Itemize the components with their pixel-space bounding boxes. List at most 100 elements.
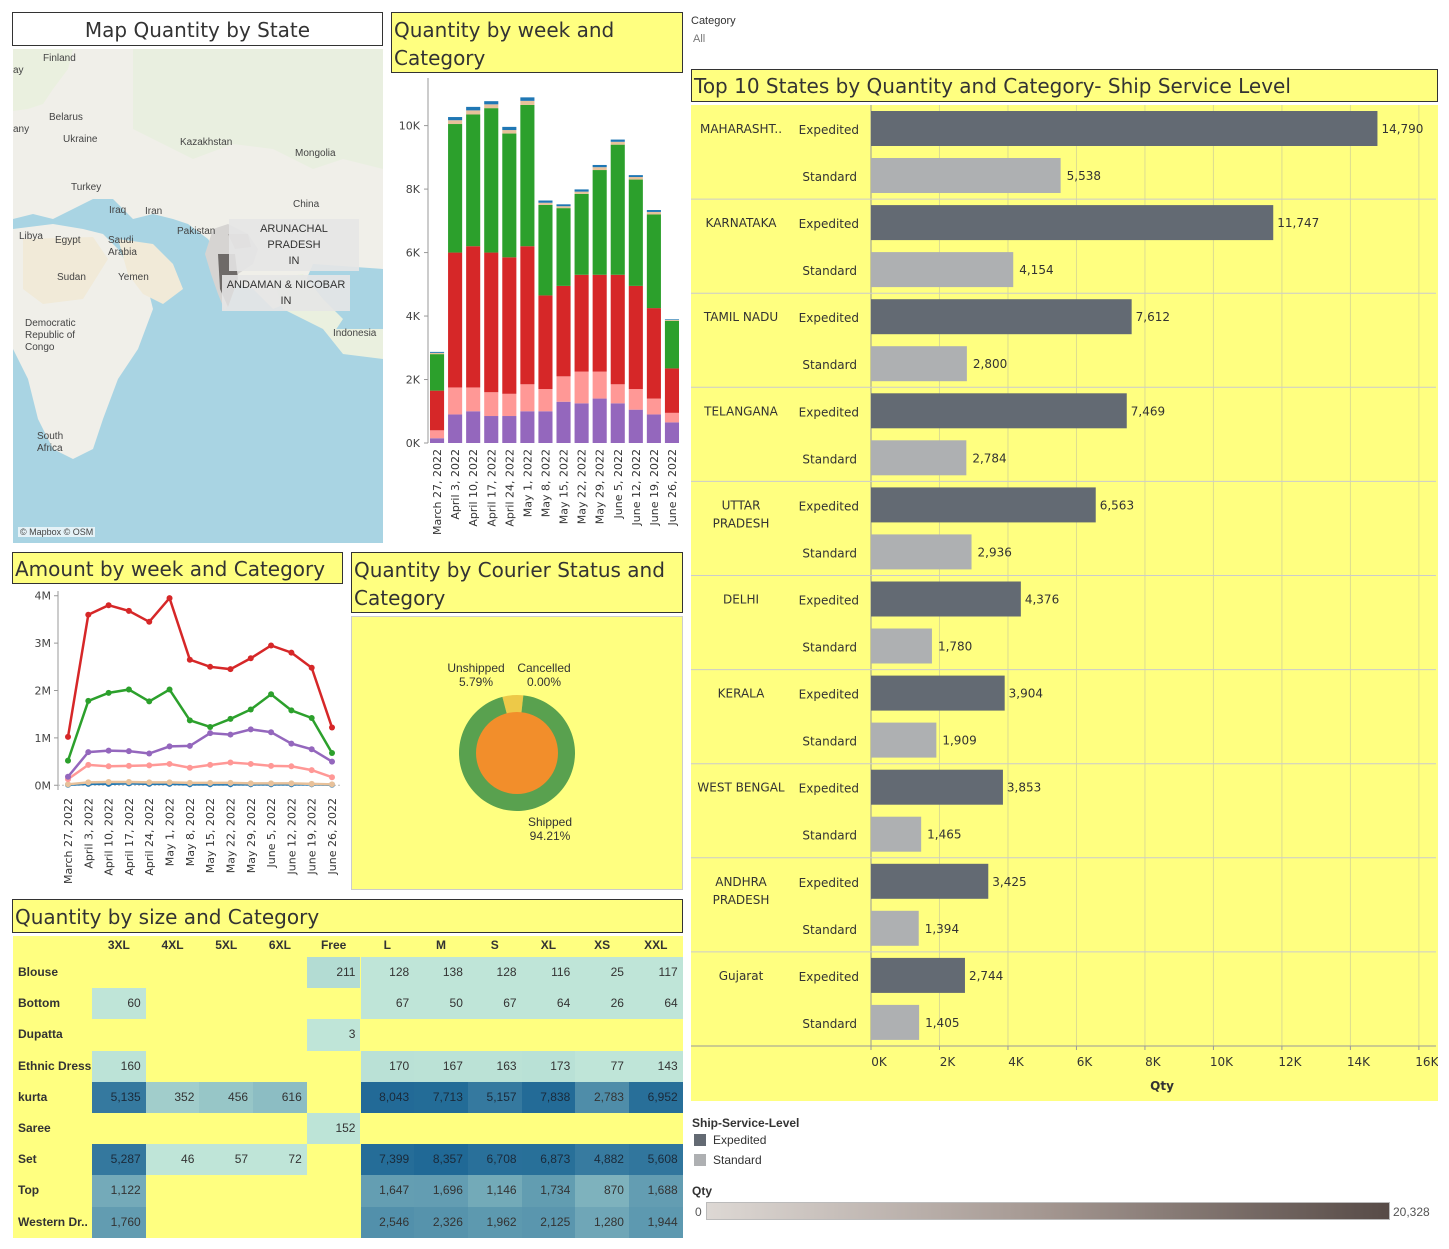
table-cell[interactable]: 5,287 <box>92 1144 146 1176</box>
table-cell[interactable] <box>146 1175 200 1206</box>
table-cell[interactable]: 128 <box>467 957 522 989</box>
table-cell[interactable] <box>146 1019 200 1050</box>
map-view[interactable]: Finland Belarus Ukraine Kazakhstan Mongo… <box>13 49 383 543</box>
table-cell[interactable] <box>253 1019 307 1050</box>
amount-line-chart[interactable]: 0M 1M 2M 3M 4M March 27, 2022 April 3, 2022 Apr… <box>12 585 347 885</box>
table-cell[interactable] <box>199 1113 253 1144</box>
map-attribution[interactable]: © Mapbox © OSM <box>18 527 96 537</box>
table-cell[interactable]: 8,043 <box>360 1081 415 1113</box>
table-cell[interactable]: 46 <box>145 1144 200 1176</box>
table-cell[interactable] <box>253 957 307 988</box>
table-cell[interactable]: 167 <box>414 1050 468 1082</box>
table-cell[interactable] <box>629 1019 683 1050</box>
table-cell[interactable]: 67 <box>360 988 415 1020</box>
table-cell[interactable]: 211 <box>306 957 361 989</box>
table-cell[interactable]: 143 <box>629 1050 683 1082</box>
table-cell[interactable]: 2,125 <box>521 1206 576 1238</box>
table-cell[interactable] <box>199 1207 253 1238</box>
table-cell[interactable]: 1,734 <box>521 1175 576 1207</box>
table-cell[interactable] <box>307 1144 361 1175</box>
table-cell[interactable] <box>522 1019 576 1050</box>
table-cell[interactable]: 5,608 <box>629 1144 683 1176</box>
table-cell[interactable] <box>414 1019 468 1050</box>
table-cell[interactable]: 50 <box>414 988 468 1020</box>
table-cell[interactable]: 616 <box>253 1081 307 1113</box>
table-cell[interactable]: 1,280 <box>575 1206 629 1238</box>
table-cell[interactable]: 170 <box>360 1050 415 1082</box>
table-cell[interactable]: 163 <box>467 1050 522 1082</box>
table-cell[interactable]: 173 <box>521 1050 576 1082</box>
table-cell[interactable]: 3 <box>306 1019 361 1051</box>
table-cell[interactable]: 1,962 <box>467 1206 522 1238</box>
table-cell[interactable] <box>307 1082 361 1113</box>
table-cell[interactable]: 7,838 <box>521 1081 576 1113</box>
table-cell[interactable]: 1,688 <box>629 1175 683 1207</box>
table-cell[interactable]: 64 <box>629 988 683 1020</box>
size-heatmap-table[interactable]: 3XL 4XL 5XL 6XL Free L M S XL XS XXL Blouse 211 128 13… <box>13 936 683 1238</box>
table-cell[interactable] <box>253 1113 307 1144</box>
table-cell[interactable]: 5,135 <box>92 1081 146 1113</box>
table-cell[interactable]: 1,696 <box>414 1175 468 1207</box>
table-cell[interactable] <box>199 1051 253 1082</box>
table-cell[interactable] <box>307 1207 361 1238</box>
table-cell[interactable] <box>199 957 253 988</box>
category-filter-value[interactable]: All <box>693 33 705 45</box>
table-cell[interactable] <box>199 1019 253 1050</box>
table-cell[interactable]: 2,783 <box>575 1081 629 1113</box>
table-cell[interactable]: 7,713 <box>414 1081 468 1113</box>
table-cell[interactable] <box>361 1019 415 1050</box>
table-cell[interactable]: 456 <box>199 1081 254 1113</box>
table-cell[interactable]: 152 <box>306 1113 361 1145</box>
table-cell[interactable]: 25 <box>575 957 629 989</box>
table-cell[interactable]: 8,357 <box>414 1144 468 1176</box>
table-cell[interactable] <box>575 1113 629 1144</box>
table-cell[interactable] <box>199 1175 253 1206</box>
table-cell[interactable] <box>92 957 146 988</box>
table-cell[interactable]: 870 <box>575 1175 629 1207</box>
table-cell[interactable]: 6,708 <box>467 1144 522 1176</box>
table-cell[interactable]: 1,647 <box>360 1175 415 1207</box>
standard-legend-label[interactable]: Standard <box>713 1153 762 1167</box>
table-cell[interactable] <box>361 1113 415 1144</box>
table-cell[interactable]: 77 <box>575 1050 629 1082</box>
table-cell[interactable] <box>468 1113 522 1144</box>
table-cell[interactable]: 352 <box>145 1081 200 1113</box>
table-cell[interactable]: 138 <box>414 957 468 989</box>
table-cell[interactable] <box>199 988 253 1019</box>
table-cell[interactable]: 64 <box>521 988 576 1020</box>
table-cell[interactable] <box>146 988 200 1019</box>
table-cell[interactable] <box>146 957 200 988</box>
table-cell[interactable]: 117 <box>629 957 683 989</box>
expedited-swatch[interactable] <box>694 1134 706 1146</box>
table-cell[interactable]: 1,146 <box>467 1175 522 1207</box>
week-bar-chart[interactable]: 0K 2K 4K 6K 8K 10K March 27, 2022 April 3, 2022… <box>391 73 683 543</box>
table-cell[interactable]: 1,944 <box>629 1206 683 1238</box>
table-cell[interactable] <box>146 1051 200 1082</box>
table-cell[interactable] <box>629 1113 683 1144</box>
table-cell[interactable] <box>307 1051 361 1082</box>
table-cell[interactable] <box>253 1207 307 1238</box>
table-cell[interactable]: 128 <box>360 957 415 989</box>
table-cell[interactable]: 6,873 <box>521 1144 576 1176</box>
table-cell[interactable] <box>575 1019 629 1050</box>
expedited-legend-label[interactable]: Expedited <box>713 1133 766 1147</box>
table-cell[interactable]: 5,157 <box>467 1081 522 1113</box>
courier-donut-chart[interactable] <box>351 616 683 890</box>
table-cell[interactable] <box>253 988 307 1019</box>
table-cell[interactable]: 4,882 <box>575 1144 629 1176</box>
table-cell[interactable] <box>307 1175 361 1206</box>
table-cell[interactable] <box>414 1113 468 1144</box>
table-cell[interactable]: 1,760 <box>92 1206 146 1238</box>
table-cell[interactable] <box>92 1019 146 1050</box>
table-cell[interactable] <box>522 1113 576 1144</box>
table-cell[interactable]: 7,399 <box>360 1144 415 1176</box>
table-cell[interactable]: 60 <box>92 988 146 1020</box>
table-cell[interactable] <box>253 1051 307 1082</box>
table-cell[interactable] <box>468 1019 522 1050</box>
table-cell[interactable] <box>146 1207 200 1238</box>
table-cell[interactable]: 57 <box>199 1144 254 1176</box>
table-cell[interactable]: 160 <box>92 1050 146 1082</box>
table-cell[interactable] <box>146 1113 200 1144</box>
table-cell[interactable] <box>92 1113 146 1144</box>
table-cell[interactable]: 72 <box>253 1144 307 1176</box>
